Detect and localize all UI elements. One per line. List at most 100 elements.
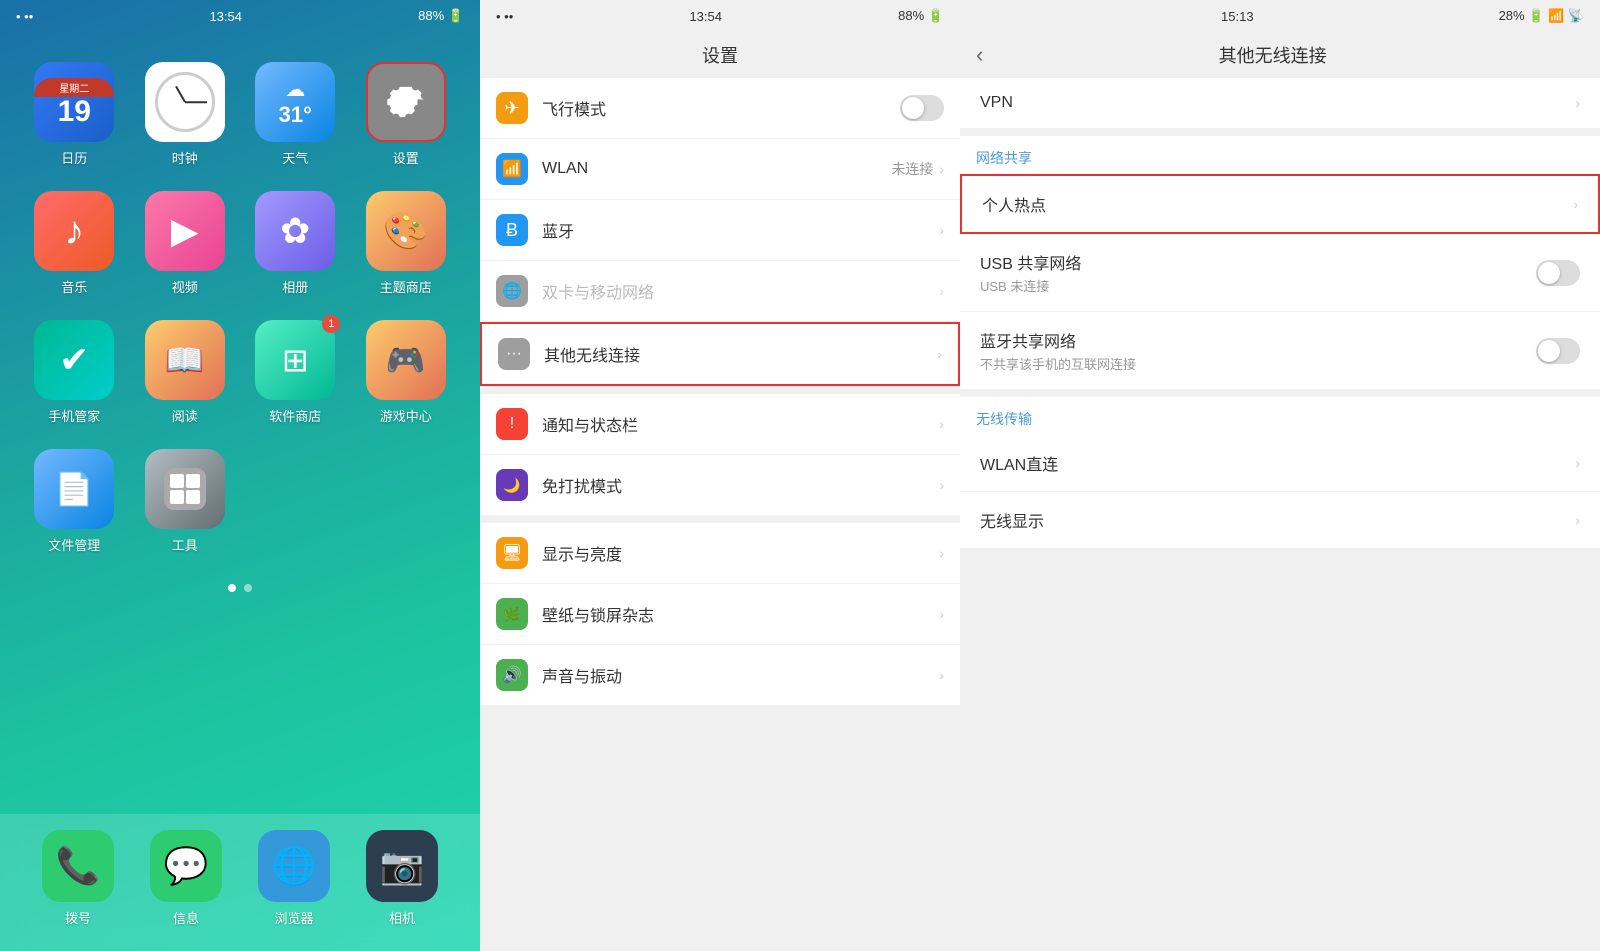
- airplane-icon: ✈: [496, 92, 528, 124]
- settings-item-wallpaper[interactable]: 🌿 壁纸与锁屏杂志 ›: [480, 584, 960, 645]
- wireless-display-chevron: ›: [1575, 512, 1580, 528]
- manager-icon: ✔: [34, 320, 114, 400]
- settings-panel: • •• 13:54 88% 🔋 设置 ✈ 飞行模式 📶 WLAN 未连接 ›: [480, 0, 960, 951]
- app-item-theme[interactable]: 🎨 主题商店: [356, 191, 457, 296]
- dock-browser[interactable]: 🌐 浏览器: [258, 830, 330, 927]
- dock-camera[interactable]: 📷 相机: [366, 830, 438, 927]
- wireless-item-usb[interactable]: USB 共享网络 USB 未连接: [960, 234, 1600, 312]
- app-item-video[interactable]: ▶ 视频: [135, 191, 236, 296]
- display-chevron: ›: [939, 545, 944, 561]
- bt-share-toggle-knob: [1538, 340, 1560, 362]
- page-dot-1: [228, 584, 236, 592]
- settings-status-dots: • ••: [496, 9, 513, 24]
- weather-icon: ☁ 31°: [255, 62, 335, 142]
- wireless-time: 15:13: [1221, 9, 1254, 24]
- page-dot-2: [244, 584, 252, 592]
- settings-battery: 88% 🔋: [898, 8, 944, 24]
- wireless-panel: 15:13 28% 🔋 📶 📡 ‹ 其他无线连接 VPN › 网络共享: [960, 0, 1600, 951]
- wallpaper-icon: 🌿: [496, 598, 528, 630]
- page-indicator: [0, 584, 480, 592]
- messages-icon: 💬: [150, 830, 222, 902]
- bt-share-right: [1536, 338, 1580, 364]
- dock-phone[interactable]: 📞 拨号: [42, 830, 114, 927]
- video-icon: ▶: [145, 191, 225, 271]
- reader-icon: 📖: [145, 320, 225, 400]
- simcard-icon: 🌐: [496, 275, 528, 307]
- photo-icon: ✿: [255, 191, 335, 271]
- wireless-header: ‹ 其他无线连接: [960, 32, 1600, 78]
- settings-section-display: 🖥 显示与亮度 › 🌿 壁纸与锁屏杂志 › 🔊 声音与振动 ›: [480, 523, 960, 705]
- sound-chevron: ›: [939, 667, 944, 683]
- wlan-chevron: ›: [939, 161, 944, 177]
- settings-item-display[interactable]: 🖥 显示与亮度 ›: [480, 523, 960, 584]
- settings-status-bar: • •• 13:54 88% 🔋: [480, 0, 960, 32]
- file-icon: 📄: [34, 449, 114, 529]
- usb-content: USB 共享网络 USB 未连接: [980, 250, 1536, 295]
- network-sharing-section: 网络共享 个人热点 › USB 共享网络 USB 未连接: [960, 136, 1600, 389]
- dnd-chevron: ›: [939, 477, 944, 493]
- app-item-tools[interactable]: 工具: [135, 449, 236, 554]
- vpn-right: ›: [1575, 95, 1580, 111]
- wireless-item-wireless-display[interactable]: 无线显示 ›: [960, 492, 1600, 548]
- usb-right: [1536, 260, 1580, 286]
- bluetooth-chevron: ›: [939, 222, 944, 238]
- wireless-display-right: ›: [1575, 512, 1580, 528]
- hotspot-chevron: ›: [1573, 196, 1578, 212]
- dock-messages[interactable]: 💬 信息: [150, 830, 222, 927]
- settings-item-wireless[interactable]: ··· 其他无线连接 ›: [480, 322, 960, 386]
- app-item-music[interactable]: ♪ 音乐: [24, 191, 125, 296]
- wireless-item-hotspot[interactable]: 个人热点 ›: [960, 174, 1600, 234]
- settings-item-dnd[interactable]: 🌙 免打扰模式 ›: [480, 455, 960, 515]
- app-grid: 星期二 19 日历 时钟 ☁ 31° 天气: [0, 42, 480, 574]
- software-icon: ⊞: [255, 320, 335, 400]
- clock-icon: [145, 62, 225, 142]
- software-badge: 1: [322, 315, 340, 333]
- settings-item-airplane[interactable]: ✈ 飞行模式: [480, 78, 960, 139]
- wireless-item-vpn[interactable]: VPN ›: [960, 78, 1600, 128]
- simcard-chevron: ›: [939, 283, 944, 299]
- wifi-icon: 📶: [496, 153, 528, 185]
- wireless-item-wlan-direct[interactable]: WLAN直连 ›: [960, 435, 1600, 492]
- wireless-chevron: ›: [937, 346, 942, 362]
- app-item-file[interactable]: 📄 文件管理: [24, 449, 125, 554]
- airplane-toggle-knob: [902, 97, 924, 119]
- wireless-display-content: 无线显示: [980, 508, 1575, 532]
- app-item-software[interactable]: ⊞ 1 软件商店: [245, 320, 346, 425]
- settings-list: ✈ 飞行模式 📶 WLAN 未连接 › Ƀ 蓝牙 › 🌐: [480, 78, 960, 951]
- settings-icon: [366, 62, 446, 142]
- bottom-dock: 📞 拨号 💬 信息 🌐 浏览器 📷 相机: [0, 814, 480, 951]
- wireless-item-bt-share[interactable]: 蓝牙共享网络 不共享该手机的互联网连接: [960, 312, 1600, 389]
- wireless-icon: ···: [498, 338, 530, 370]
- wireless-status-bar: 15:13 28% 🔋 📶 📡: [960, 0, 1600, 32]
- usb-toggle[interactable]: [1536, 260, 1580, 286]
- notify-chevron: ›: [939, 416, 944, 432]
- app-item-manager[interactable]: ✔ 手机管家: [24, 320, 125, 425]
- app-item-weather[interactable]: ☁ 31° 天气: [245, 62, 346, 167]
- bt-share-toggle[interactable]: [1536, 338, 1580, 364]
- app-item-calendar[interactable]: 星期二 19 日历: [24, 62, 125, 167]
- display-icon: 🖥: [496, 537, 528, 569]
- app-item-settings[interactable]: 设置: [356, 62, 457, 167]
- wireless-list: VPN › 网络共享 个人热点 › USB 共享: [960, 78, 1600, 951]
- calendar-icon: 星期二 19: [34, 62, 114, 142]
- settings-item-bluetooth[interactable]: Ƀ 蓝牙 ›: [480, 200, 960, 261]
- airplane-toggle[interactable]: [900, 95, 944, 121]
- phone-icon: 📞: [42, 830, 114, 902]
- settings-item-wlan[interactable]: 📶 WLAN 未连接 ›: [480, 139, 960, 200]
- camera-icon: 📷: [366, 830, 438, 902]
- settings-item-notify[interactable]: ! 通知与状态栏 ›: [480, 394, 960, 455]
- app-item-reader[interactable]: 📖 阅读: [135, 320, 236, 425]
- app-item-clock[interactable]: 时钟: [135, 62, 236, 167]
- back-button[interactable]: ‹: [976, 42, 983, 68]
- app-item-game[interactable]: 🎮 游戏中心: [356, 320, 457, 425]
- tools-icon: [145, 449, 225, 529]
- app-item-photo[interactable]: ✿ 相册: [245, 191, 346, 296]
- settings-item-simcard[interactable]: 🌐 双卡与移动网络 ›: [480, 261, 960, 322]
- wlan-direct-chevron: ›: [1575, 455, 1580, 471]
- bluetooth-icon: Ƀ: [496, 214, 528, 246]
- vpn-section: VPN ›: [960, 78, 1600, 128]
- notify-icon: !: [496, 408, 528, 440]
- home-time: 13:54: [209, 9, 242, 24]
- settings-item-sound[interactable]: 🔊 声音与振动 ›: [480, 645, 960, 705]
- settings-title: 设置: [480, 32, 960, 78]
